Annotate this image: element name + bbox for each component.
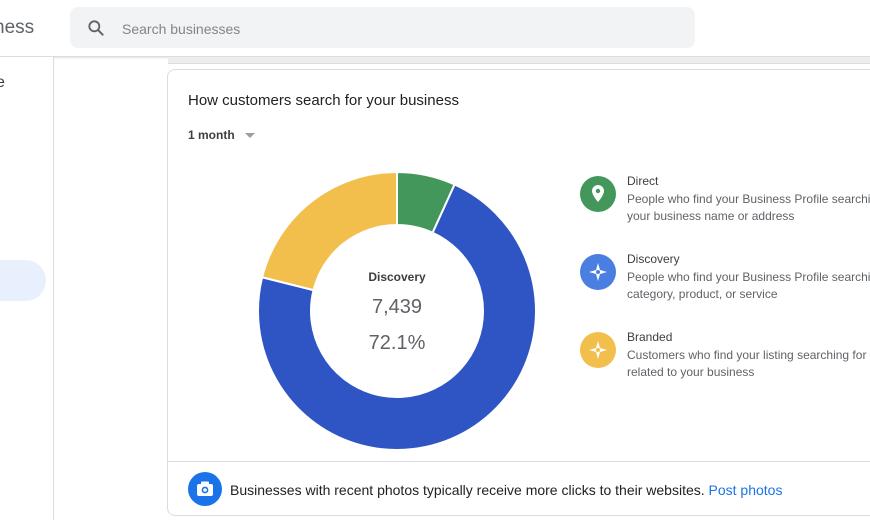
center-value: 7,439	[371, 296, 423, 318]
photo-tip-banner: Businesses with recent photos typically …	[168, 461, 870, 517]
dropdown-caret-icon[interactable]	[245, 133, 255, 138]
sidebar-item-active[interactable]	[0, 260, 46, 301]
legend-item-branded: Branded Customers who find your listing …	[580, 330, 870, 390]
legend-item-direct: Direct People who find your Business Pro…	[580, 174, 870, 234]
post-photos-link[interactable]: Post photos	[709, 482, 783, 498]
camera-icon	[188, 472, 222, 506]
legend-title: Branded	[627, 330, 673, 344]
search-icon[interactable]	[86, 18, 106, 38]
top-bar: ness	[0, 0, 870, 57]
search-breakdown-card: How customers search for your business 1…	[167, 69, 870, 516]
center-percent: 72.1%	[368, 332, 426, 354]
section-divider	[168, 57, 870, 64]
photo-tip-text: Businesses with recent photos typically …	[230, 482, 782, 498]
pin-icon	[580, 176, 616, 212]
photo-tip-message: Businesses with recent photos typically …	[230, 482, 705, 498]
sidebar: e	[0, 57, 54, 520]
period-dropdown-label[interactable]: 1 month	[188, 128, 235, 142]
center-category: Discovery	[368, 270, 426, 284]
search-bar[interactable]	[70, 7, 695, 50]
brand-name: ness	[0, 17, 35, 38]
compass-icon	[580, 254, 616, 290]
card-title: How customers search for your business	[188, 92, 459, 109]
legend-item-discovery: Discovery People who find your Business …	[580, 252, 870, 312]
search-input[interactable]	[120, 7, 664, 50]
star-badge-icon	[580, 332, 616, 368]
legend-description: Customers who find your listing searchin…	[627, 348, 870, 379]
legend-description: People who find your Business Profile se…	[627, 270, 870, 301]
sidebar-item-label[interactable]: e	[0, 74, 5, 92]
legend-title: Discovery	[627, 252, 680, 266]
legend-description: People who find your Business Profile se…	[627, 192, 870, 223]
legend-title: Direct	[627, 174, 659, 188]
